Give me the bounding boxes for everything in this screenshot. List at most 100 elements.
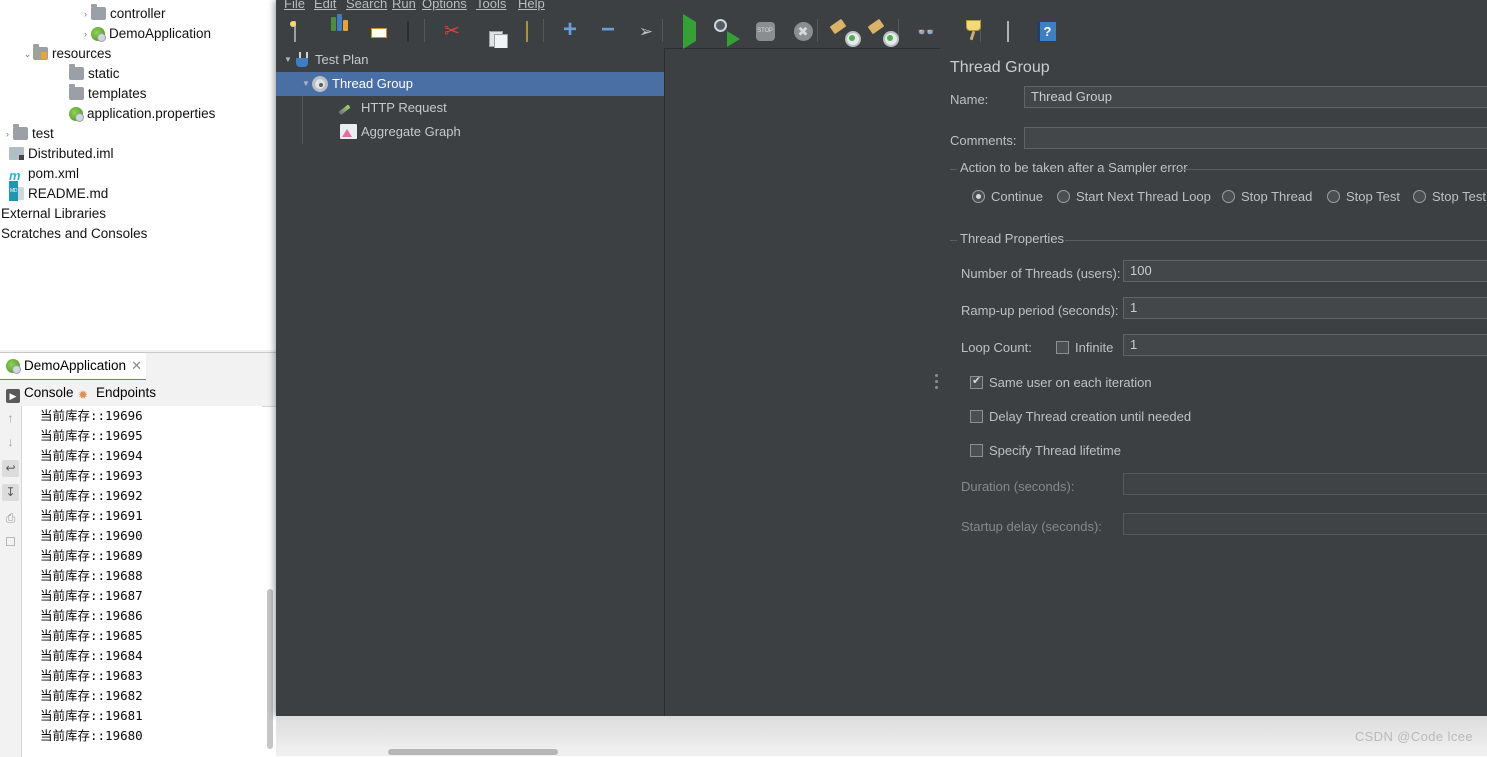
- chevron-right-icon[interactable]: ›: [80, 24, 91, 44]
- project-tree-item[interactable]: ⌄ resources: [22, 44, 111, 64]
- start-no-pauses-button[interactable]: [714, 19, 740, 43]
- clear-all-button[interactable]: [867, 18, 899, 47]
- console-scrollbar[interactable]: [266, 409, 274, 754]
- menu-run[interactable]: Run: [392, 0, 416, 11]
- jmeter-tree-item-test-plan[interactable]: ▼ Test Plan: [276, 48, 664, 72]
- chevron-down-icon[interactable]: ▼: [282, 48, 294, 72]
- comments-input[interactable]: [1024, 127, 1487, 149]
- search-button[interactable]: 👓: [913, 19, 939, 43]
- expand-all-button[interactable]: +: [557, 17, 583, 43]
- comments-label: Comments:: [950, 133, 1017, 148]
- close-icon[interactable]: ✕: [131, 358, 142, 373]
- chevron-right-icon[interactable]: ›: [80, 4, 91, 24]
- console-scrollbar-thumb[interactable]: [267, 589, 273, 749]
- chevron-down-icon[interactable]: ▼: [300, 72, 312, 96]
- save-button[interactable]: [395, 19, 421, 43]
- project-tree-item[interactable]: templates: [58, 84, 147, 104]
- scroll-up-button[interactable]: ↑: [2, 410, 19, 427]
- soft-wrap-button[interactable]: ↩: [2, 460, 19, 477]
- number-of-threads-input[interactable]: 100: [1123, 260, 1487, 282]
- run-subtab-strip[interactable]: ▶ Console ✹ Endpoints: [0, 380, 276, 407]
- open-button[interactable]: [356, 19, 382, 43]
- jmeter-tree-item-aggregate-graph[interactable]: Aggregate Graph: [276, 120, 664, 144]
- start-button[interactable]: [676, 13, 702, 49]
- project-tree-item[interactable]: Scratches and Consoles: [0, 224, 147, 244]
- folder-icon: [69, 64, 84, 80]
- project-tree-item[interactable]: static: [58, 64, 120, 84]
- stop-button[interactable]: STOP: [752, 19, 778, 43]
- run-tab-strip[interactable]: DemoApplication ✕: [0, 353, 276, 381]
- project-tree-item[interactable]: application.properties: [58, 104, 215, 124]
- run-subtab-console[interactable]: ▶ Console: [6, 380, 74, 405]
- endpoints-icon: ✹: [78, 388, 89, 402]
- ramp-up-period-input[interactable]: 1: [1123, 297, 1487, 319]
- specify-thread-lifetime-checkbox[interactable]: [970, 444, 983, 457]
- menu-options[interactable]: Options: [422, 0, 467, 11]
- run-subtab-endpoints[interactable]: ✹ Endpoints: [78, 380, 156, 405]
- group-border-right: [1174, 169, 1487, 170]
- radio-stop-test-now[interactable]: [1413, 190, 1426, 203]
- chevron-down-icon[interactable]: ⌄: [22, 44, 33, 64]
- console-output[interactable]: 当前库存::19696 当前库存::19695 当前库存::19694 当前库存::1…: [22, 406, 262, 757]
- help-button[interactable]: ?: [1033, 19, 1059, 43]
- console-side-toolbar[interactable]: ↑ ↓ ↩ ↧ ⎙ ☐: [0, 406, 22, 757]
- folder-icon: [91, 4, 106, 20]
- horizontal-scrollbar[interactable]: [276, 748, 1487, 756]
- paste-button[interactable]: [514, 19, 540, 43]
- run-tool-window[interactable]: DemoApplication ✕ ▶ Console ✹ Endpoints ↑ ↓ ↩ ↧…: [0, 352, 276, 757]
- collapse-all-button[interactable]: −: [595, 15, 621, 43]
- print-button[interactable]: ⎙: [2, 510, 19, 527]
- project-tree-item[interactable]: › test: [2, 124, 54, 144]
- delay-thread-creation-checkbox[interactable]: [970, 410, 983, 423]
- run-tab-demoapplication[interactable]: DemoApplication ✕: [0, 353, 146, 381]
- menu-help[interactable]: Help: [518, 0, 545, 11]
- project-tree-item[interactable]: External Libraries: [0, 204, 106, 224]
- binoculars-icon: 👓: [916, 23, 936, 41]
- project-tree-item[interactable]: › controller: [80, 4, 166, 24]
- cut-button[interactable]: ✂: [439, 19, 465, 43]
- project-tree-item-label: resources: [52, 46, 112, 61]
- radio-stop-thread[interactable]: [1222, 190, 1235, 203]
- console-line: 当前库存::19685: [40, 628, 143, 643]
- loop-count-input[interactable]: 1: [1123, 334, 1487, 356]
- radio-stop-test[interactable]: [1327, 190, 1340, 203]
- menu-search[interactable]: Search: [346, 0, 387, 11]
- chevron-right-icon[interactable]: ›: [2, 124, 13, 144]
- menu-edit[interactable]: Edit: [314, 0, 336, 11]
- project-tree-item[interactable]: README.md: [0, 181, 108, 204]
- templates-button[interactable]: [318, 14, 348, 43]
- fnotes-icon: [1007, 20, 1009, 42]
- jmeter-tree-item-thread-group[interactable]: ▼ Thread Group: [276, 72, 664, 96]
- project-tree-item-label: templates: [88, 86, 147, 101]
- radio-start-next-thread-loop[interactable]: [1057, 190, 1070, 203]
- project-tool-window[interactable]: › controller › DemoApplication ⌄ resources sta…: [0, 0, 276, 350]
- jmeter-tree-item-http-request[interactable]: HTTP Request: [276, 96, 664, 120]
- radio-continue[interactable]: [972, 190, 985, 203]
- clear-button[interactable]: [829, 18, 861, 47]
- console-line: 当前库存::19695: [40, 428, 143, 443]
- scroll-to-end-button[interactable]: ↧: [2, 484, 19, 501]
- function-helper-button[interactable]: [995, 19, 1021, 43]
- minus-icon: −: [600, 15, 615, 43]
- project-tree-item[interactable]: Distributed.iml: [0, 144, 114, 164]
- horizontal-scrollbar-thumb[interactable]: [388, 749, 558, 755]
- menu-tools[interactable]: Tools: [476, 0, 506, 11]
- clear-all-button[interactable]: ☐: [2, 534, 19, 551]
- shutdown-button[interactable]: ✖: [790, 19, 816, 43]
- jmeter-menu-bar[interactable]: File Edit Search Run Options Tools Help: [276, 0, 1487, 13]
- infinite-checkbox[interactable]: [1056, 341, 1069, 354]
- jmeter-test-plan-tree[interactable]: ▼ Test Plan ▼ Thread Group HTTP Request Aggre…: [276, 48, 665, 716]
- copy-button[interactable]: [476, 19, 502, 43]
- same-user-checkbox[interactable]: [970, 374, 983, 389]
- reset-search-button[interactable]: [951, 19, 977, 43]
- new-test-plan-button[interactable]: [282, 19, 308, 43]
- jmeter-toolbar[interactable]: ✂ + − ➢ STOP ✖ 👓?: [276, 13, 1487, 49]
- menu-file[interactable]: File: [284, 0, 305, 11]
- panel-splitter-handle[interactable]: [932, 368, 940, 394]
- name-input[interactable]: Thread Group: [1024, 86, 1487, 108]
- project-tree-item[interactable]: › DemoApplication: [80, 24, 211, 44]
- menu-label: Help: [518, 0, 545, 11]
- scroll-down-button[interactable]: ↓: [2, 434, 19, 451]
- jmeter-tree-item-label: Test Plan: [315, 52, 369, 67]
- toggle-button[interactable]: ➢: [633, 19, 659, 43]
